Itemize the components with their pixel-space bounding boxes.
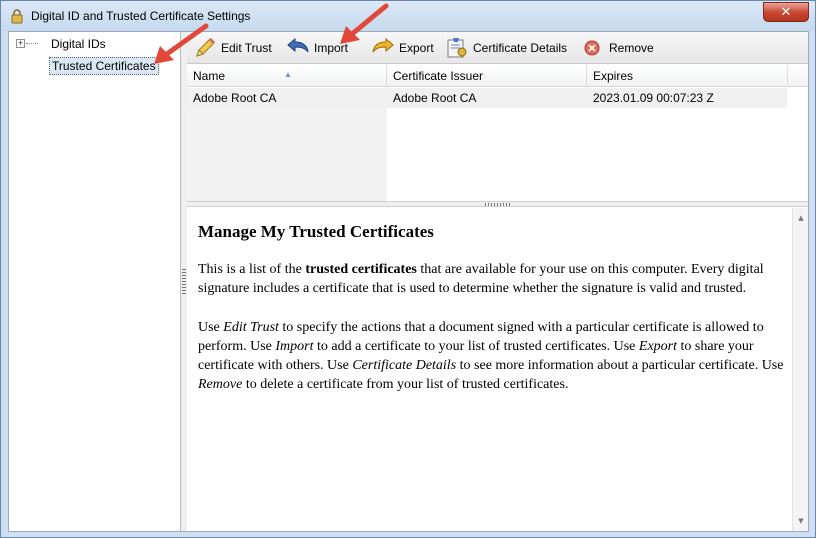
tree-item-trusted-certificates[interactable]: Trusted Certificates (49, 57, 159, 75)
help-text-run: This is a list of the (198, 262, 306, 278)
splitter-grip[interactable] (182, 269, 186, 295)
help-text-run: to see more information about a particul… (456, 358, 784, 374)
tree-connector (26, 43, 38, 44)
sort-ascending-icon: ▲ (284, 70, 292, 79)
import-label: Import (314, 41, 349, 55)
help-text: Manage My Trusted Certificates This is a… (198, 222, 788, 413)
horizontal-splitter-grip[interactable] (485, 203, 511, 206)
help-paragraph-2: Use Edit Trust to specify the actions th… (198, 318, 788, 395)
dialog-window: Digital ID and Trusted Certificate Setti… (0, 0, 816, 538)
help-text-run: Use (198, 319, 224, 335)
scroll-up-icon[interactable]: ▲ (793, 210, 809, 226)
lock-icon (11, 9, 23, 24)
export-label: Export (399, 41, 434, 55)
expand-icon[interactable]: + (16, 39, 25, 48)
tree-pane: + Digital IDs Trusted Certificates (9, 32, 181, 531)
cell-name: Adobe Root CA (193, 91, 277, 105)
cell-expires: 2023.01.09 00:07:23 Z (593, 91, 714, 105)
column-header-name[interactable]: Name ▲ (187, 65, 387, 87)
remove-button[interactable]: Remove (581, 36, 654, 60)
pencil-icon (193, 37, 217, 59)
help-title: Manage My Trusted Certificates (198, 222, 434, 241)
certificate-details-label: Certificate Details (473, 41, 568, 55)
column-name-label: Name (193, 69, 226, 83)
help-paragraph-1: This is a list of the trusted certificat… (198, 260, 788, 298)
help-panel: Manage My Trusted Certificates This is a… (187, 208, 808, 531)
import-arrow-icon (286, 37, 310, 59)
table-row[interactable]: Adobe Root CA Adobe Root CA 2023.01.09 0… (187, 88, 787, 108)
title-bar: Digital ID and Trusted Certificate Setti… (1, 1, 815, 31)
list-header: Name ▲ Certificate Issuer Expires (187, 65, 808, 87)
help-italic-term: Export (638, 338, 677, 354)
help-italic-term: Import (275, 338, 314, 354)
name-column-background (187, 108, 387, 201)
remove-label: Remove (609, 41, 654, 55)
help-italic-term: Certificate Details (352, 358, 457, 374)
tree-item-digital-ids[interactable]: Digital IDs (49, 36, 108, 52)
export-arrow-icon (371, 37, 395, 59)
help-text-run: to delete a certificate from your list o… (242, 377, 569, 393)
help-italic-term: Edit Trust (223, 319, 279, 335)
help-scrollbar[interactable]: ▲ ▼ (792, 208, 808, 531)
certificate-details-icon (445, 37, 469, 59)
scroll-down-icon[interactable]: ▼ (793, 513, 809, 529)
import-button[interactable]: Import (286, 36, 348, 60)
export-button[interactable]: Export (371, 36, 434, 60)
help-italic-term: Remove (198, 377, 243, 393)
dialog-client: + Digital IDs Trusted Certificates Edit … (8, 31, 809, 532)
column-header-issuer[interactable]: Certificate Issuer (387, 65, 587, 87)
toolbar: Edit Trust Import Export Certificate Det… (187, 32, 808, 64)
edit-trust-button[interactable]: Edit Trust (193, 36, 272, 60)
certificate-list: Name ▲ Certificate Issuer Expires Adobe … (187, 65, 808, 201)
help-bold-term: trusted certificates (305, 262, 417, 278)
edit-trust-label: Edit Trust (221, 41, 272, 55)
certificate-details-button[interactable]: Certificate Details (445, 36, 567, 60)
column-header-expires[interactable]: Expires (587, 65, 788, 87)
help-text-run: to add a certificate to your list of tru… (313, 338, 639, 354)
cell-issuer: Adobe Root CA (393, 91, 477, 105)
close-icon: ✕ (780, 4, 792, 20)
remove-icon (581, 37, 605, 59)
window-title: Digital ID and Trusted Certificate Setti… (31, 9, 251, 23)
close-button[interactable]: ✕ (763, 2, 809, 22)
content-pane: Edit Trust Import Export Certificate Det… (187, 32, 808, 531)
